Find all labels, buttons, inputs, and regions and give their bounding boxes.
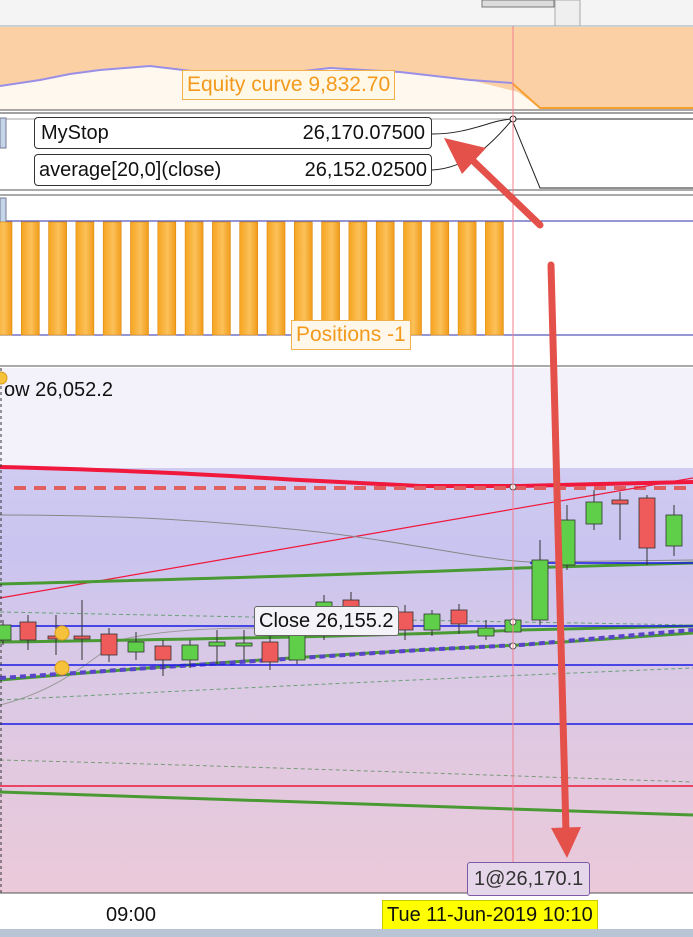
low-label: ow 26,052.2	[4, 379, 113, 401]
position-bar	[266, 221, 286, 336]
equity-curve-title: Equity curve	[187, 73, 303, 96]
position-bar	[130, 221, 149, 336]
status-strip	[0, 929, 693, 937]
close-value: 26,155.2	[315, 610, 394, 632]
position-bar	[0, 221, 13, 336]
position-bar	[239, 221, 258, 336]
position-bar	[403, 221, 422, 336]
bull-candle	[181, 644, 199, 661]
close-title: Close	[259, 610, 311, 632]
bear-candle	[261, 641, 279, 663]
bear-candle	[19, 621, 37, 641]
average-label: average[20,0](close) 26,152.02500	[34, 154, 432, 186]
position-bar	[184, 221, 204, 336]
positions-label: Positions -1	[291, 320, 411, 350]
time-tick-label: 09:00	[106, 904, 157, 926]
bear-candle	[396, 611, 414, 631]
positions-title: Positions	[296, 323, 382, 346]
signal-marker[interactable]	[54, 625, 70, 641]
average-value: 26,152.02500	[304, 159, 427, 181]
position-bar	[293, 221, 313, 336]
position-bar	[157, 221, 177, 336]
position-bar	[20, 221, 40, 336]
position-bar	[75, 221, 95, 336]
position-bar	[457, 221, 477, 336]
bear-candle	[100, 633, 118, 656]
average-name: average[20,0](close)	[39, 159, 222, 181]
positions-value: -1	[387, 323, 406, 346]
close-label: Close 26,155.2	[254, 606, 399, 636]
bull-candle	[288, 631, 306, 661]
bear-candle	[450, 609, 468, 625]
mystop-value: 26,170.07500	[302, 122, 425, 144]
bear-candle	[73, 635, 91, 640]
bear-candle	[611, 499, 629, 505]
bull-candle	[585, 501, 603, 525]
cursor-date-badge: Tue 11-Jun-2019 10:10	[382, 900, 598, 930]
bull-candle	[531, 559, 549, 621]
position-bar	[48, 221, 67, 336]
bull-candle	[127, 641, 145, 653]
bull-candle	[477, 627, 495, 637]
mystop-name: MyStop	[41, 122, 109, 144]
bull-candle	[0, 624, 12, 641]
position-bar	[321, 221, 340, 336]
mystop-label: MyStop 26,170.07500	[34, 117, 432, 149]
equity-curve-value: 9,832.70	[308, 73, 391, 96]
order-marker-label[interactable]: 1@26,170.1	[467, 862, 591, 896]
position-bar	[485, 221, 504, 336]
top-toolbar	[0, 0, 693, 26]
bull-candle	[208, 641, 226, 647]
position-bar	[430, 221, 450, 336]
position-bar	[375, 221, 395, 336]
signal-marker[interactable]	[54, 660, 70, 676]
bull-candle	[423, 613, 441, 631]
bull-candle	[665, 514, 683, 547]
position-bar	[102, 221, 122, 336]
bull-candle	[235, 642, 253, 647]
bear-candle	[154, 645, 172, 661]
position-bar	[212, 221, 231, 336]
toolbar-widget[interactable]	[481, 0, 555, 8]
position-bar	[348, 221, 368, 336]
equity-curve-label: Equity curve 9,832.70	[182, 70, 396, 100]
bear-candle	[638, 497, 656, 549]
